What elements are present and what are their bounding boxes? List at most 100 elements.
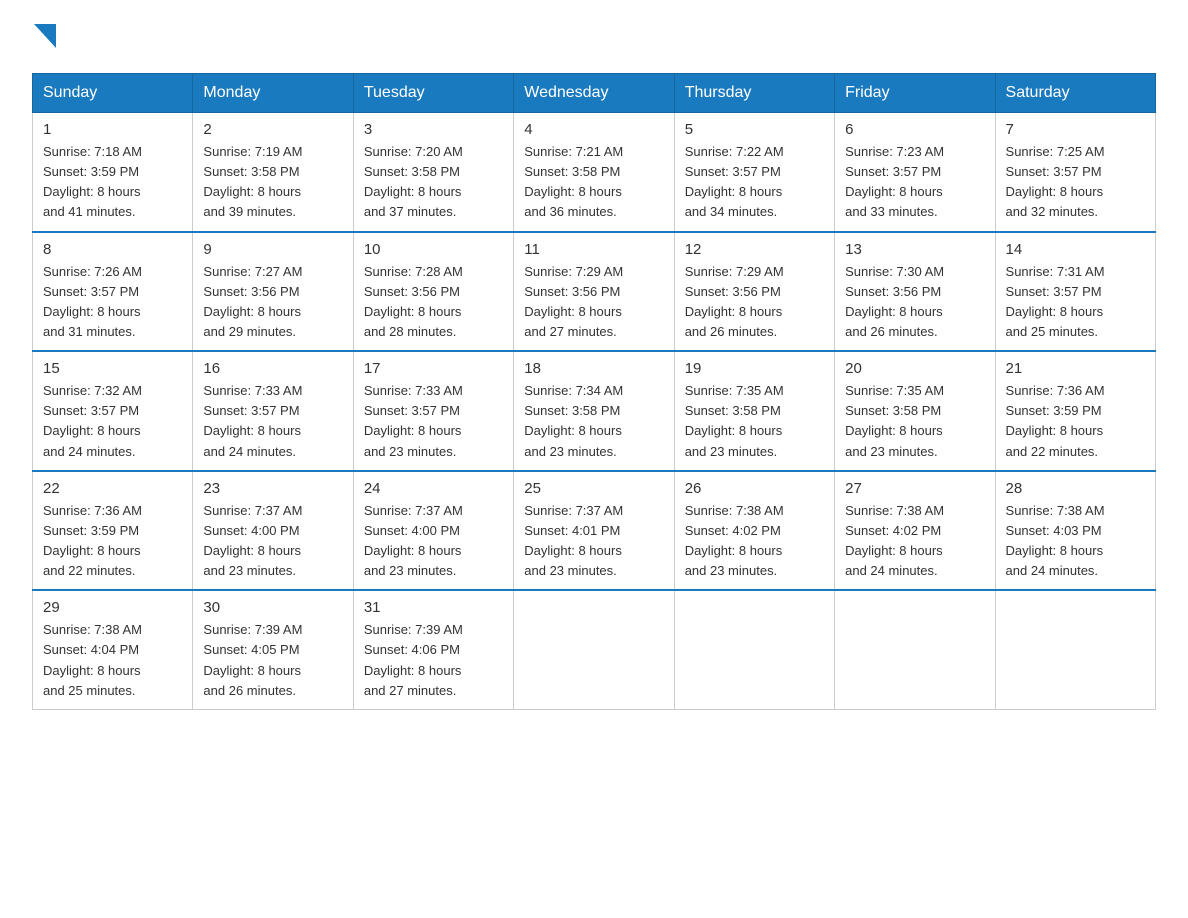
day-info: Sunrise: 7:19 AM Sunset: 3:58 PM Dayligh… bbox=[203, 142, 342, 223]
calendar-day-cell: 2 Sunrise: 7:19 AM Sunset: 3:58 PM Dayli… bbox=[193, 113, 353, 232]
day-number: 16 bbox=[203, 360, 342, 377]
logo-text bbox=[32, 24, 56, 53]
day-info: Sunrise: 7:32 AM Sunset: 3:57 PM Dayligh… bbox=[43, 381, 182, 462]
calendar-week-row: 22 Sunrise: 7:36 AM Sunset: 3:59 PM Dayl… bbox=[33, 471, 1156, 591]
page-header bbox=[32, 24, 1156, 53]
day-number: 7 bbox=[1006, 121, 1145, 138]
day-info: Sunrise: 7:25 AM Sunset: 3:57 PM Dayligh… bbox=[1006, 142, 1145, 223]
day-number: 20 bbox=[845, 360, 984, 377]
day-number: 26 bbox=[685, 480, 824, 497]
day-info: Sunrise: 7:30 AM Sunset: 3:56 PM Dayligh… bbox=[845, 262, 984, 343]
day-number: 2 bbox=[203, 121, 342, 138]
day-number: 29 bbox=[43, 599, 182, 616]
day-info: Sunrise: 7:38 AM Sunset: 4:04 PM Dayligh… bbox=[43, 620, 182, 701]
day-info: Sunrise: 7:37 AM Sunset: 4:00 PM Dayligh… bbox=[203, 501, 342, 582]
calendar-day-cell: 11 Sunrise: 7:29 AM Sunset: 3:56 PM Dayl… bbox=[514, 232, 674, 352]
calendar-day-cell: 25 Sunrise: 7:37 AM Sunset: 4:01 PM Dayl… bbox=[514, 471, 674, 591]
calendar-day-cell: 12 Sunrise: 7:29 AM Sunset: 3:56 PM Dayl… bbox=[674, 232, 834, 352]
calendar-day-cell: 19 Sunrise: 7:35 AM Sunset: 3:58 PM Dayl… bbox=[674, 351, 834, 471]
calendar-day-cell: 26 Sunrise: 7:38 AM Sunset: 4:02 PM Dayl… bbox=[674, 471, 834, 591]
day-number: 4 bbox=[524, 121, 663, 138]
day-number: 3 bbox=[364, 121, 503, 138]
day-info: Sunrise: 7:29 AM Sunset: 3:56 PM Dayligh… bbox=[685, 262, 824, 343]
day-info: Sunrise: 7:27 AM Sunset: 3:56 PM Dayligh… bbox=[203, 262, 342, 343]
day-number: 6 bbox=[845, 121, 984, 138]
calendar-day-cell bbox=[995, 590, 1155, 709]
calendar-day-cell: 27 Sunrise: 7:38 AM Sunset: 4:02 PM Dayl… bbox=[835, 471, 995, 591]
calendar-day-cell: 9 Sunrise: 7:27 AM Sunset: 3:56 PM Dayli… bbox=[193, 232, 353, 352]
calendar-day-cell: 7 Sunrise: 7:25 AM Sunset: 3:57 PM Dayli… bbox=[995, 113, 1155, 232]
weekday-header-tuesday: Tuesday bbox=[353, 74, 513, 113]
calendar-day-cell: 5 Sunrise: 7:22 AM Sunset: 3:57 PM Dayli… bbox=[674, 113, 834, 232]
day-number: 27 bbox=[845, 480, 984, 497]
weekday-header-thursday: Thursday bbox=[674, 74, 834, 113]
weekday-header-sunday: Sunday bbox=[33, 74, 193, 113]
weekday-header-friday: Friday bbox=[835, 74, 995, 113]
day-info: Sunrise: 7:37 AM Sunset: 4:00 PM Dayligh… bbox=[364, 501, 503, 582]
day-info: Sunrise: 7:28 AM Sunset: 3:56 PM Dayligh… bbox=[364, 262, 503, 343]
day-number: 10 bbox=[364, 241, 503, 258]
day-info: Sunrise: 7:22 AM Sunset: 3:57 PM Dayligh… bbox=[685, 142, 824, 223]
day-info: Sunrise: 7:21 AM Sunset: 3:58 PM Dayligh… bbox=[524, 142, 663, 223]
day-number: 30 bbox=[203, 599, 342, 616]
day-number: 18 bbox=[524, 360, 663, 377]
day-info: Sunrise: 7:18 AM Sunset: 3:59 PM Dayligh… bbox=[43, 142, 182, 223]
day-info: Sunrise: 7:36 AM Sunset: 3:59 PM Dayligh… bbox=[43, 501, 182, 582]
day-number: 25 bbox=[524, 480, 663, 497]
day-info: Sunrise: 7:36 AM Sunset: 3:59 PM Dayligh… bbox=[1006, 381, 1145, 462]
calendar-day-cell: 22 Sunrise: 7:36 AM Sunset: 3:59 PM Dayl… bbox=[33, 471, 193, 591]
day-info: Sunrise: 7:33 AM Sunset: 3:57 PM Dayligh… bbox=[203, 381, 342, 462]
calendar-day-cell: 10 Sunrise: 7:28 AM Sunset: 3:56 PM Dayl… bbox=[353, 232, 513, 352]
calendar-day-cell: 20 Sunrise: 7:35 AM Sunset: 3:58 PM Dayl… bbox=[835, 351, 995, 471]
day-info: Sunrise: 7:39 AM Sunset: 4:06 PM Dayligh… bbox=[364, 620, 503, 701]
calendar-day-cell: 8 Sunrise: 7:26 AM Sunset: 3:57 PM Dayli… bbox=[33, 232, 193, 352]
calendar-day-cell: 15 Sunrise: 7:32 AM Sunset: 3:57 PM Dayl… bbox=[33, 351, 193, 471]
day-info: Sunrise: 7:39 AM Sunset: 4:05 PM Dayligh… bbox=[203, 620, 342, 701]
calendar-day-cell: 3 Sunrise: 7:20 AM Sunset: 3:58 PM Dayli… bbox=[353, 113, 513, 232]
day-number: 22 bbox=[43, 480, 182, 497]
calendar-day-cell: 4 Sunrise: 7:21 AM Sunset: 3:58 PM Dayli… bbox=[514, 113, 674, 232]
calendar-day-cell: 13 Sunrise: 7:30 AM Sunset: 3:56 PM Dayl… bbox=[835, 232, 995, 352]
day-info: Sunrise: 7:20 AM Sunset: 3:58 PM Dayligh… bbox=[364, 142, 503, 223]
calendar-header-row: SundayMondayTuesdayWednesdayThursdayFrid… bbox=[33, 74, 1156, 113]
calendar-week-row: 15 Sunrise: 7:32 AM Sunset: 3:57 PM Dayl… bbox=[33, 351, 1156, 471]
calendar-day-cell bbox=[835, 590, 995, 709]
calendar-day-cell: 1 Sunrise: 7:18 AM Sunset: 3:59 PM Dayli… bbox=[33, 113, 193, 232]
calendar-day-cell: 17 Sunrise: 7:33 AM Sunset: 3:57 PM Dayl… bbox=[353, 351, 513, 471]
day-number: 15 bbox=[43, 360, 182, 377]
logo-arrow-icon bbox=[34, 24, 56, 48]
day-number: 1 bbox=[43, 121, 182, 138]
day-number: 31 bbox=[364, 599, 503, 616]
weekday-header-monday: Monday bbox=[193, 74, 353, 113]
calendar-day-cell: 30 Sunrise: 7:39 AM Sunset: 4:05 PM Dayl… bbox=[193, 590, 353, 709]
calendar-day-cell: 24 Sunrise: 7:37 AM Sunset: 4:00 PM Dayl… bbox=[353, 471, 513, 591]
calendar-day-cell: 31 Sunrise: 7:39 AM Sunset: 4:06 PM Dayl… bbox=[353, 590, 513, 709]
day-info: Sunrise: 7:26 AM Sunset: 3:57 PM Dayligh… bbox=[43, 262, 182, 343]
calendar-day-cell: 18 Sunrise: 7:34 AM Sunset: 3:58 PM Dayl… bbox=[514, 351, 674, 471]
logo bbox=[32, 24, 56, 53]
day-number: 8 bbox=[43, 241, 182, 258]
calendar-week-row: 8 Sunrise: 7:26 AM Sunset: 3:57 PM Dayli… bbox=[33, 232, 1156, 352]
day-number: 9 bbox=[203, 241, 342, 258]
day-number: 17 bbox=[364, 360, 503, 377]
day-info: Sunrise: 7:35 AM Sunset: 3:58 PM Dayligh… bbox=[845, 381, 984, 462]
day-info: Sunrise: 7:38 AM Sunset: 4:02 PM Dayligh… bbox=[685, 501, 824, 582]
day-number: 12 bbox=[685, 241, 824, 258]
day-number: 19 bbox=[685, 360, 824, 377]
day-info: Sunrise: 7:38 AM Sunset: 4:02 PM Dayligh… bbox=[845, 501, 984, 582]
day-number: 21 bbox=[1006, 360, 1145, 377]
calendar-day-cell: 29 Sunrise: 7:38 AM Sunset: 4:04 PM Dayl… bbox=[33, 590, 193, 709]
weekday-header-wednesday: Wednesday bbox=[514, 74, 674, 113]
day-info: Sunrise: 7:23 AM Sunset: 3:57 PM Dayligh… bbox=[845, 142, 984, 223]
calendar-day-cell: 21 Sunrise: 7:36 AM Sunset: 3:59 PM Dayl… bbox=[995, 351, 1155, 471]
day-number: 11 bbox=[524, 241, 663, 258]
calendar-day-cell: 23 Sunrise: 7:37 AM Sunset: 4:00 PM Dayl… bbox=[193, 471, 353, 591]
calendar-day-cell: 6 Sunrise: 7:23 AM Sunset: 3:57 PM Dayli… bbox=[835, 113, 995, 232]
day-number: 13 bbox=[845, 241, 984, 258]
day-info: Sunrise: 7:29 AM Sunset: 3:56 PM Dayligh… bbox=[524, 262, 663, 343]
calendar-day-cell: 16 Sunrise: 7:33 AM Sunset: 3:57 PM Dayl… bbox=[193, 351, 353, 471]
calendar-day-cell bbox=[674, 590, 834, 709]
day-number: 23 bbox=[203, 480, 342, 497]
calendar-week-row: 29 Sunrise: 7:38 AM Sunset: 4:04 PM Dayl… bbox=[33, 590, 1156, 709]
day-info: Sunrise: 7:33 AM Sunset: 3:57 PM Dayligh… bbox=[364, 381, 503, 462]
